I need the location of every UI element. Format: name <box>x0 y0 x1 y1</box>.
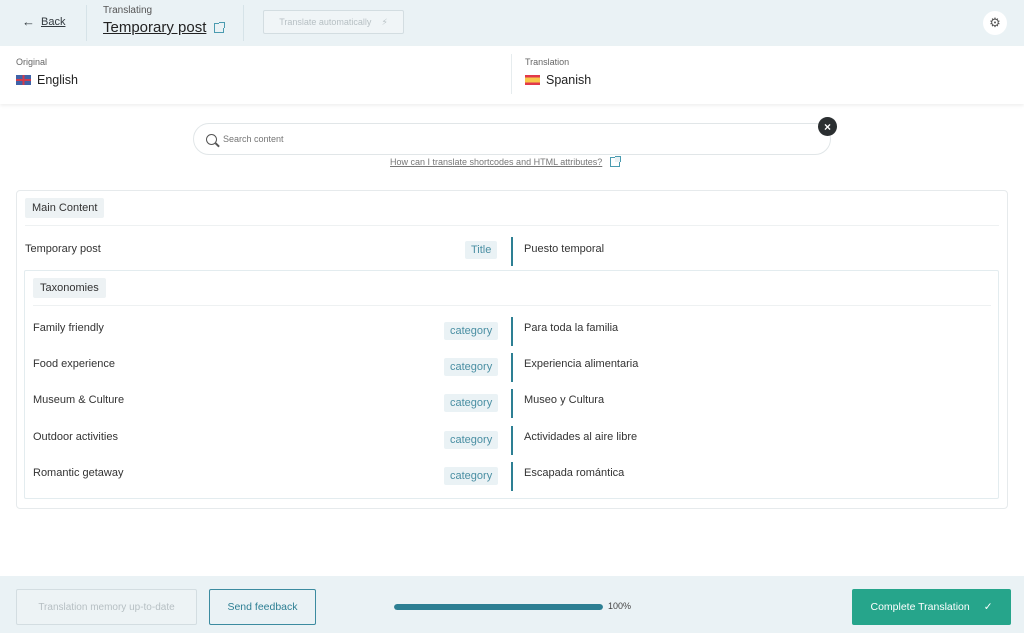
taxonomy-original: Family friendly <box>33 322 104 334</box>
row-divider <box>511 389 513 418</box>
help-link[interactable]: How can I translate shortcodes and HTML … <box>390 156 622 167</box>
row-divider <box>511 426 513 455</box>
gear-icon: ⚙ <box>989 15 1001 30</box>
search-icon <box>206 133 217 145</box>
footer-bar: Translation memory up-to-date Send feedb… <box>0 576 1024 633</box>
spain-flag-icon <box>525 75 540 85</box>
back-label: Back <box>41 15 66 28</box>
post-title-link[interactable]: Temporary post <box>103 19 226 36</box>
external-link-icon <box>610 156 622 167</box>
translation-language: Translation Spanish <box>525 57 591 87</box>
translation-memory-label: Translation memory up-to-date <box>38 601 175 613</box>
divider <box>511 54 512 94</box>
send-feedback-label: Send feedback <box>227 601 298 613</box>
taxonomy-original: Outdoor activities <box>33 431 118 443</box>
uk-flag-icon <box>16 75 31 85</box>
original-caption: Original <box>16 57 48 67</box>
title-type-tag: Title <box>465 241 498 259</box>
taxonomy-type-tag: category <box>444 467 499 485</box>
taxonomy-original: Food experience <box>33 358 115 370</box>
progress-bar <box>394 604 603 610</box>
translating-info: Translating Temporary post <box>103 5 226 36</box>
row-divider <box>511 353 513 382</box>
back-button[interactable]: ← Back <box>22 14 65 29</box>
post-title: Temporary post <box>103 19 207 36</box>
row-divider <box>511 317 513 346</box>
divider <box>33 305 991 306</box>
translation-memory-button[interactable]: Translation memory up-to-date <box>16 589 197 625</box>
translate-automatically-button[interactable]: Translate automatically ⚡ <box>263 10 404 34</box>
taxonomy-original: Museum & Culture <box>33 394 125 406</box>
complete-translation-button[interactable]: Complete Translation ✓ <box>852 589 1011 625</box>
taxonomies-tag: Taxonomies <box>33 278 106 298</box>
search-box <box>193 123 831 155</box>
divider <box>86 5 87 41</box>
translation-language-name: Spanish <box>546 73 592 87</box>
taxonomy-translation[interactable]: Experiencia alimentaria <box>524 358 638 370</box>
translating-caption: Translating <box>103 5 153 16</box>
top-bar: ← Back Translating Temporary post Transl… <box>0 0 1024 46</box>
search-input[interactable] <box>223 134 803 144</box>
progress-label: 100% <box>608 601 632 611</box>
send-feedback-button[interactable]: Send feedback <box>209 589 316 625</box>
help-link-label: How can I translate shortcodes and HTML … <box>390 157 603 167</box>
arrow-left-icon: ← <box>22 14 35 29</box>
title-translation[interactable]: Puesto temporal <box>524 243 604 255</box>
row-divider <box>511 462 513 491</box>
row-divider <box>511 237 513 266</box>
divider <box>25 225 999 226</box>
progress-fill <box>394 604 603 610</box>
external-link-icon[interactable] <box>214 21 226 33</box>
taxonomy-type-tag: category <box>444 358 499 376</box>
translate-automatically-label: Translate automatically <box>279 17 372 27</box>
taxonomy-original: Romantic getaway <box>33 467 124 479</box>
divider <box>243 5 244 41</box>
taxonomy-type-tag: category <box>444 394 499 412</box>
settings-button[interactable]: ⚙ <box>983 11 1007 35</box>
taxonomy-translation[interactable]: Escapada romántica <box>524 467 624 479</box>
taxonomy-translation[interactable]: Para toda la familia <box>524 322 618 334</box>
taxonomy-type-tag: category <box>444 431 499 449</box>
language-bar: Original English Translation Spanish <box>0 46 1024 104</box>
checkmark-icon: ✓ <box>983 601 993 613</box>
title-original: Temporary post <box>25 243 101 255</box>
close-icon: × <box>823 119 831 134</box>
original-language-name: English <box>37 73 78 87</box>
lightning-icon: ⚡ <box>381 16 388 27</box>
main-content-tag: Main Content <box>25 198 105 218</box>
clear-search-button[interactable]: × <box>818 117 837 136</box>
taxonomy-type-tag: category <box>444 322 499 340</box>
complete-translation-label: Complete Translation <box>870 601 970 613</box>
taxonomy-translation[interactable]: Actividades al aire libre <box>524 431 637 443</box>
taxonomy-translation[interactable]: Museo y Cultura <box>524 394 604 406</box>
translation-caption: Translation <box>525 57 570 67</box>
original-language: Original English <box>16 57 78 87</box>
